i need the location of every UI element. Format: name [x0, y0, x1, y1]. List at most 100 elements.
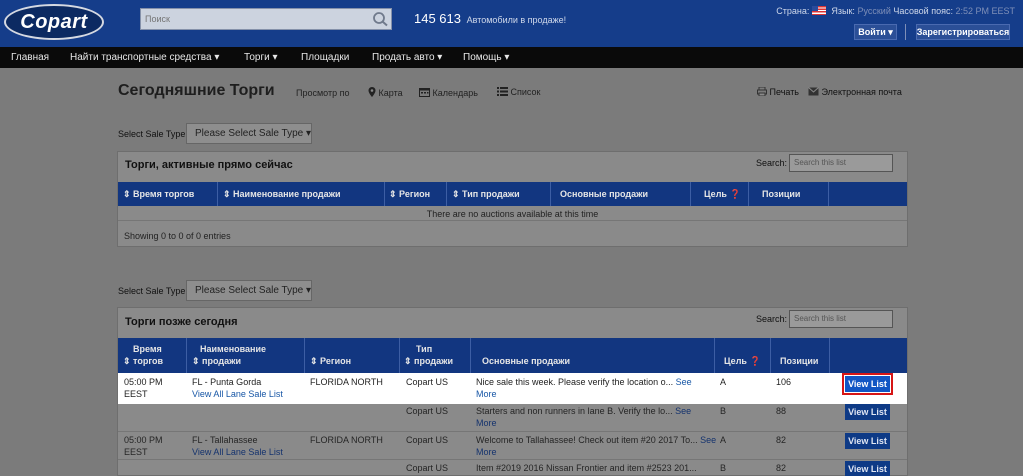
col-divider [384, 182, 385, 206]
vehicles-label: Автомобили в продаже! [466, 15, 567, 25]
col-divider [748, 182, 749, 206]
panel-title-later: Торги позже сегодня [125, 316, 238, 328]
sale-target: B [720, 463, 727, 473]
col-divider [550, 182, 551, 206]
sale-type: Copart US [406, 463, 449, 473]
col-sale-name-line1: Наименование [200, 344, 267, 354]
search-box [140, 8, 392, 30]
sale-items: 82 [776, 463, 787, 473]
col-region[interactable]: ⇕ Регион [389, 189, 430, 200]
sale-target: A [720, 435, 727, 445]
vehicles-count: 145 613 [414, 11, 461, 26]
sale-type-label: Select Sale Type [118, 286, 186, 296]
panel-search-label: Search: [756, 158, 788, 168]
col-sale-type[interactable]: ⇕ продажи [404, 356, 453, 367]
sale-timezone: EEST [124, 389, 148, 399]
search-input[interactable] [141, 9, 369, 29]
col-divider [828, 182, 829, 206]
language-label: Язык: [831, 6, 855, 16]
panel-search-input[interactable]: Search this list [789, 154, 893, 172]
sale-highlights: Welcome to Tallahassee! Check out item #… [476, 435, 717, 445]
map-pin-icon [368, 87, 376, 97]
col-sale-name[interactable]: ⇕ продажи [192, 356, 241, 367]
language-selector[interactable]: Русский [857, 6, 890, 16]
timezone-label: Часовой пояс: [893, 6, 953, 16]
col-sale-type-line1: Тип [416, 344, 433, 354]
timezone-value: 2:52 PM EEST [955, 6, 1015, 16]
view-list-button[interactable]: View List [845, 461, 890, 476]
lane-list-link[interactable]: View All Lane Sale List [192, 389, 283, 399]
col-sale-time[interactable]: ⇕ торгов [123, 356, 163, 367]
sale-type-select[interactable]: Please Select Sale Type ▾ [186, 280, 312, 301]
sale-region: FLORIDA NORTH [310, 435, 383, 445]
view-list-button[interactable]: View List [842, 373, 893, 395]
col-sale-name[interactable]: ⇕ Наименование продажи [223, 189, 341, 200]
col-divider [304, 338, 305, 373]
active-table-header: ⇕ Время торгов ⇕ Наименование продажи ⇕ … [118, 182, 907, 206]
sale-name: FL - Punta Gorda [192, 377, 262, 387]
view-list-button[interactable]: View List [845, 404, 890, 420]
col-divider [829, 338, 830, 373]
see-more-link[interactable]: See [675, 406, 691, 416]
panel-search-label: Search: [756, 314, 788, 324]
copart-logo[interactable]: Copart [4, 4, 104, 40]
see-more-link[interactable]: See [676, 377, 692, 387]
sale-items: 82 [776, 435, 787, 445]
sale-type: Copart US [406, 377, 449, 387]
header-divider [905, 24, 906, 40]
row-divider [118, 220, 907, 221]
nav-sell-car[interactable]: Продать авто ▾ [372, 52, 442, 63]
sale-items: 88 [776, 406, 787, 416]
view-calendar-link[interactable]: Календарь [419, 87, 478, 98]
us-flag-icon[interactable] [811, 6, 826, 15]
locale-bar: Страна: Язык: Русский Часовой пояс: 2:52… [776, 6, 1015, 16]
col-highlights: Основные продажи [482, 356, 571, 366]
panel-search-input[interactable]: Search this list [789, 310, 893, 328]
country-label: Страна: [776, 6, 810, 16]
view-list-button[interactable]: View List [845, 433, 890, 449]
sale-highlights: Nice sale this week. Please verify the l… [476, 377, 692, 387]
nav-help[interactable]: Помощь ▾ [463, 52, 509, 63]
col-highlights: Основные продажи [560, 189, 649, 199]
view-map-link[interactable]: Карта [368, 87, 403, 98]
col-target: Цель ❓ [724, 356, 761, 366]
see-more-link[interactable]: More [476, 389, 497, 399]
nav-auctions[interactable]: Торги ▾ [244, 52, 277, 63]
see-more-link[interactable]: See [700, 435, 716, 445]
col-target: Цель ❓ [704, 189, 741, 199]
col-divider [399, 338, 400, 373]
col-divider [714, 338, 715, 373]
col-items: Позиции [762, 189, 801, 199]
lane-list-link[interactable]: View All Lane Sale List [192, 447, 283, 457]
sale-time: 05:00 PM [124, 435, 163, 445]
sale-target: A [720, 377, 727, 387]
later-table-header: Время ⇕ торгов Наименование ⇕ продажи ⇕ … [118, 338, 907, 373]
print-icon [757, 86, 767, 97]
print-link[interactable]: Печать [757, 86, 799, 97]
search-icon[interactable] [371, 11, 389, 27]
row-divider [118, 459, 907, 460]
sale-type: Copart US [406, 435, 449, 445]
register-button[interactable]: Зарегистрироваться [916, 24, 1010, 40]
col-divider [770, 338, 771, 373]
sale-type-label: Select Sale Type [118, 129, 186, 139]
see-more-link[interactable]: More [476, 418, 497, 428]
col-divider [446, 182, 447, 206]
col-sale-time[interactable]: ⇕ Время торгов [123, 189, 194, 200]
login-button[interactable]: Войти ▾ [854, 24, 897, 40]
view-list-link[interactable]: Список [497, 87, 540, 97]
col-divider [217, 182, 218, 206]
col-sale-type[interactable]: ⇕ Тип продажи [452, 189, 520, 200]
nav-locations[interactable]: Площадки [301, 52, 349, 63]
top-header: Copart 145 613 Автомобили в продаже! Стр… [0, 0, 1023, 47]
nav-find-vehicles[interactable]: Найти транспортные средства ▾ [70, 52, 219, 63]
sale-type-select[interactable]: Please Select Sale Type ▾ [186, 123, 312, 144]
see-more-link[interactable]: More [476, 447, 497, 457]
nav-home[interactable]: Главная [11, 52, 49, 63]
col-items: Позиции [780, 356, 819, 366]
sale-time: 05:00 PM [124, 377, 163, 387]
sale-highlights: Starters and non runners in lane B. Veri… [476, 406, 692, 416]
col-sale-time-line1: Время [133, 344, 162, 354]
col-region[interactable]: ⇕ Регион [310, 356, 351, 367]
email-link[interactable]: Электронная почта [808, 87, 902, 97]
